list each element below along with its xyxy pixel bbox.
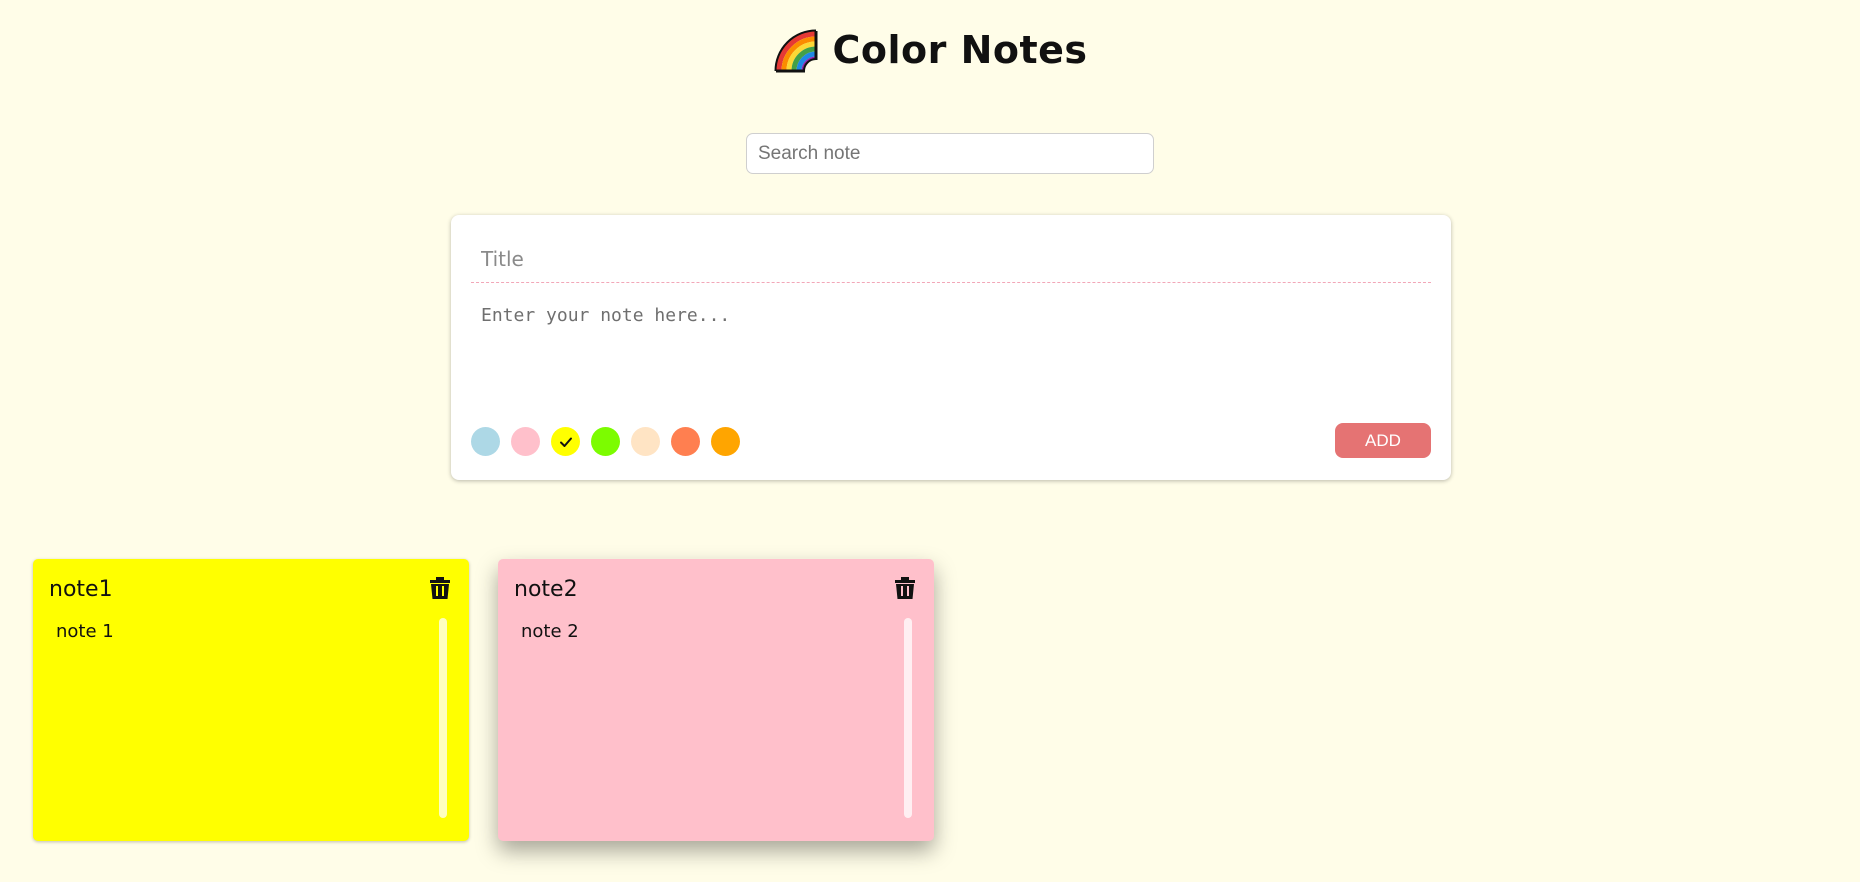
note-composer: ADD	[451, 215, 1451, 480]
color-swatch-yellow[interactable]	[551, 427, 580, 456]
color-swatch-green[interactable]	[591, 427, 620, 456]
note-textarea[interactable]	[471, 295, 1431, 415]
app-header: Color Notes	[0, 24, 1860, 76]
note-card: note2 note 2	[498, 559, 934, 841]
note-title: note1	[49, 577, 113, 602]
note-card: note1 note 1	[33, 559, 469, 841]
note-body: note 1	[56, 621, 114, 642]
color-swatch-lightblue[interactable]	[471, 427, 500, 456]
trash-icon[interactable]	[429, 576, 451, 600]
color-swatch-orange[interactable]	[711, 427, 740, 456]
title-input[interactable]	[471, 235, 1431, 283]
color-picker	[471, 427, 740, 457]
note-body: note 2	[521, 621, 579, 642]
note-scrollbar[interactable]	[904, 618, 912, 818]
color-swatch-pink[interactable]	[511, 427, 540, 456]
color-swatch-bisque[interactable]	[631, 427, 660, 456]
note-scrollbar[interactable]	[439, 618, 447, 818]
add-button[interactable]: ADD	[1335, 423, 1431, 458]
trash-icon[interactable]	[894, 576, 916, 600]
check-icon	[559, 437, 572, 447]
app-title: Color Notes	[832, 28, 1088, 72]
rainbow-icon	[774, 29, 818, 73]
note-title: note2	[514, 577, 578, 602]
color-swatch-coral[interactable]	[671, 427, 700, 456]
search-input[interactable]	[746, 133, 1154, 174]
